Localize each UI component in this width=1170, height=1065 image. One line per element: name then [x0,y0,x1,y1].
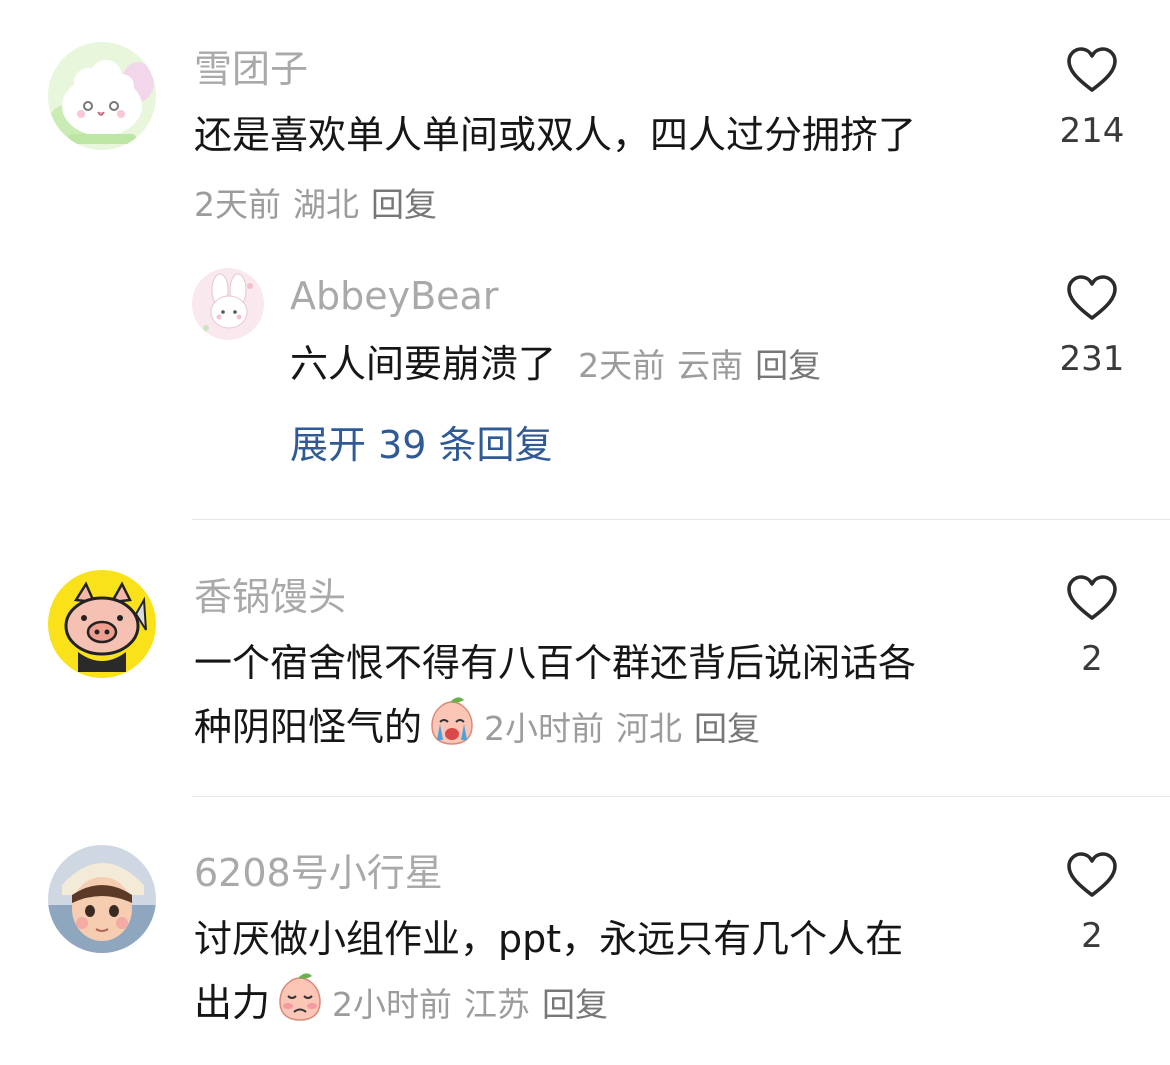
reply-text: 六人间要崩溃了 2天前 云南 回复 [290,332,833,398]
comment-username[interactable]: 香锅馒头 [194,578,346,616]
comment-location: 河北 [616,709,683,748]
heart-icon [1067,275,1117,320]
comment-text: 一个宿舍恨不得有八百个群还背后说闲话各 种阴阳怪气的 2小时前 河北 回复 [194,631,916,761]
heart-icon [1067,852,1117,897]
pig-face-avatar-icon [48,570,156,678]
comment-time: 2小时前 [484,709,605,748]
reply-username[interactable]: AbbeyBear [290,277,498,315]
avatar[interactable] [48,42,156,150]
reply-meta: 2天前 云南 回复 [578,346,833,385]
avatar[interactable] [48,845,156,953]
like-count: 2 [1081,916,1103,956]
reply-text-content: 六人间要崩溃了 [290,342,557,386]
bunny-avatar-icon [192,268,264,340]
reply-location: 云南 [677,346,744,385]
avatar[interactable] [48,570,156,678]
snow-bun-avatar-icon [48,42,156,150]
reply-button[interactable]: 回复 [755,346,821,385]
comment-text: 还是喜欢单人单间或双人，四人过分拥挤了 [194,103,916,167]
comment-meta: 2小时前 河北 回复 [484,709,772,748]
expand-replies-link[interactable]: 展开 39 条回复 [290,426,553,464]
boy-portrait-avatar-icon [48,845,156,953]
comment-meta: 2小时前 江苏 回复 [332,985,620,1024]
comment-username[interactable]: 6208号小行星 [194,854,443,892]
reply-button[interactable]: 回复 [371,185,437,224]
heart-icon [1067,47,1117,92]
comment-location: 江苏 [464,985,531,1024]
divider [192,519,1170,520]
comment-time: 2天前 [194,185,281,224]
comment-text-line: 讨厌做小组作业，ppt，永远只有几个人在 [194,917,904,961]
comment-text: 讨厌做小组作业，ppt，永远只有几个人在 出力 2小时前 江苏 回复 [194,907,903,1037]
comment-text-line: 种阴阳怪气的 [194,705,423,749]
crying-peach-emoji-icon [431,697,473,745]
like-button[interactable]: 2 [1052,574,1132,676]
comment-text-line-wrap: 出力 2小时前 江苏 回复 [194,971,903,1037]
comment-location: 湖北 [293,185,359,224]
sad-peach-emoji-icon [279,973,321,1021]
comment-text-line: 出力 [194,981,271,1025]
avatar[interactable] [192,268,264,340]
divider [192,796,1170,797]
comment-username[interactable]: 雪团子 [194,50,308,88]
like-button[interactable]: 214 [1052,46,1132,148]
like-count: 214 [1059,111,1125,151]
comment-text-line-wrap: 种阴阳怪气的 2小时前 河北 回复 [194,695,916,761]
comment-time: 2小时前 [332,985,453,1024]
comment-text-line: 还是喜欢单人单间或双人，四人过分拥挤了 [194,113,917,157]
comment-meta: 2天前 湖北 回复 [194,188,449,221]
like-button[interactable]: 231 [1052,274,1132,376]
reply-button[interactable]: 回复 [542,985,608,1024]
like-count: 231 [1059,339,1125,379]
reply-time: 2天前 [578,346,666,385]
heart-icon [1067,575,1117,620]
like-count: 2 [1081,639,1103,679]
like-button[interactable]: 2 [1052,851,1132,953]
comment-text-line: 一个宿舍恨不得有八百个群还背后说闲话各 [194,641,917,685]
reply-button[interactable]: 回复 [694,709,760,748]
